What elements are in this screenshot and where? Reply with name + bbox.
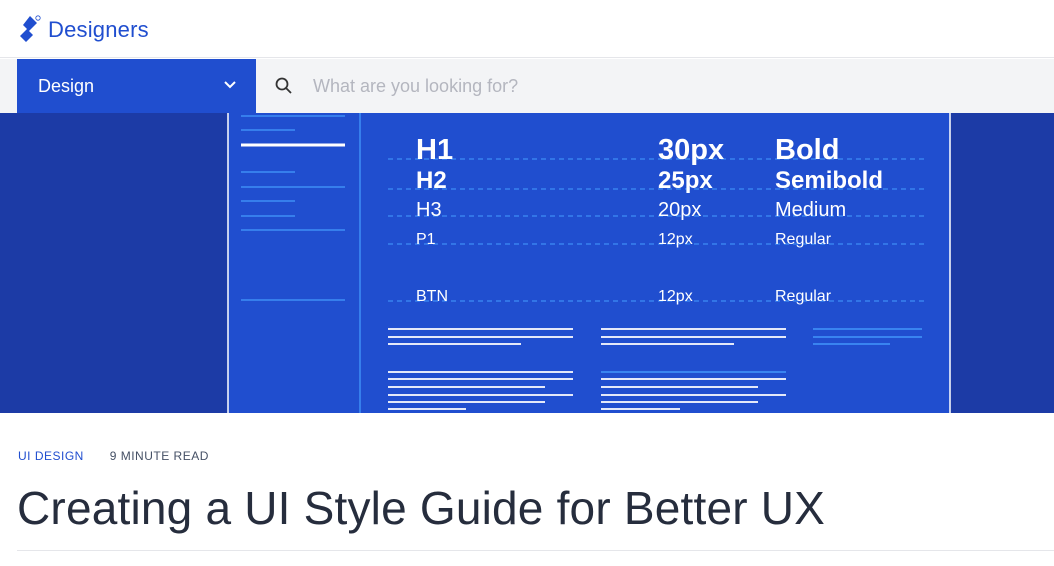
style-guide-graphic: H1 30px Bold H2 25px Semibold H3 20px Me… [227,113,951,413]
hero-h3-size: 20px [658,199,701,221]
hero-h2-size: 25px [658,167,713,194]
hero-h1-tag: H1 [416,134,453,166]
category-link[interactable]: UI DESIGN [18,449,84,463]
brand-name[interactable]: Designers [48,17,149,43]
hero-p1-size: 12px [658,231,693,248]
hero-btn-weight: Regular [775,288,832,305]
hero-h3-tag: H3 [416,199,442,221]
search-input[interactable] [303,69,1003,103]
divider [17,550,1054,551]
hero-h1-weight: Bold [775,134,839,166]
chevron-down-icon [224,81,236,89]
nav-bar: Design [0,59,1054,113]
toptal-logo-icon[interactable] [17,14,41,44]
section-dropdown-button[interactable]: Design [17,59,256,113]
site-header: Designers [0,0,1054,58]
hero-p1-tag: P1 [416,231,436,248]
article-title: Creating a UI Style Guide for Better UX [17,482,826,534]
hero-illustration: H1 30px Bold H2 25px Semibold H3 20px Me… [0,113,1054,413]
section-dropdown-label: Design [38,76,95,96]
hero-p1-weight: Regular [775,231,832,248]
search-icon [275,77,292,94]
hero-btn-tag: BTN [416,288,448,305]
hero-h2-tag: H2 [416,167,447,194]
read-time: 9 MINUTE READ [109,449,209,463]
hero-btn-size: 12px [658,288,693,305]
hero-h1-size: 30px [658,134,724,166]
hero-h3-weight: Medium [775,199,846,221]
hero-h2-weight: Semibold [775,167,883,194]
article-meta: UI DESIGN 9 MINUTE READ [18,449,209,463]
